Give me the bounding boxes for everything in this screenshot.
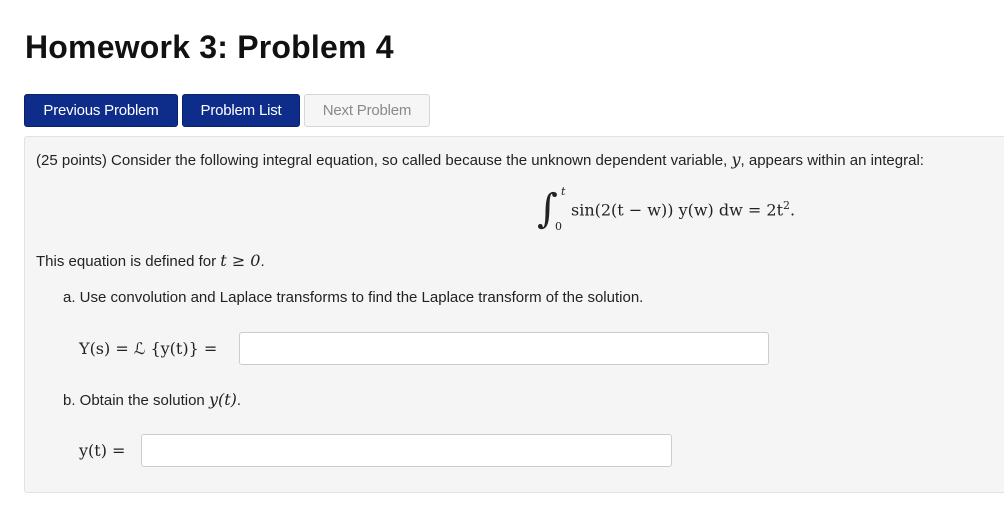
part-b-variable: y(t) bbox=[208, 390, 237, 409]
problem-intro: (25 points) Consider the following integ… bbox=[36, 150, 924, 169]
integrand-expression: sin(2(t − w)) y(w) dw = 2t bbox=[571, 200, 783, 220]
part-b-question: b. Obtain the solution y(t). bbox=[63, 390, 241, 409]
intro-suffix: , appears within an integral: bbox=[740, 152, 924, 169]
problem-navigation: Previous Problem Problem List Next Probl… bbox=[24, 94, 430, 127]
integrand: sin(2(t − w)) y(w) dw = 2t2. bbox=[571, 199, 795, 219]
problem-list-button[interactable]: Problem List bbox=[182, 94, 300, 127]
part-a-answer-input[interactable] bbox=[239, 332, 769, 365]
integral-upper-limit: t bbox=[561, 185, 566, 198]
problem-box: (25 points) Consider the following integ… bbox=[24, 136, 1004, 493]
part-b-answer-label: y(t) = bbox=[79, 441, 126, 460]
intro-text: (25 points) Consider the following integ… bbox=[36, 152, 728, 169]
part-b-text: b. Obtain the solution bbox=[63, 392, 205, 409]
next-problem-button[interactable]: Next Problem bbox=[304, 94, 430, 127]
equation-tail: . bbox=[790, 200, 796, 220]
page: Homework 3: Problem 4 Previous Problem P… bbox=[0, 0, 1004, 511]
previous-problem-button[interactable]: Previous Problem bbox=[24, 94, 178, 127]
integral-equation: ∫ t 0 sin(2(t − w)) y(w) dw = 2t2. bbox=[537, 185, 837, 237]
domain-condition: t ≥ 0 bbox=[220, 251, 261, 270]
exponent: 2 bbox=[783, 199, 790, 212]
part-b-end: . bbox=[236, 392, 242, 409]
part-a-answer-label: Y(s) = ℒ {y(t)} = bbox=[79, 339, 218, 358]
domain-statement: This equation is defined for t ≥ 0. bbox=[36, 251, 265, 270]
integral-lower-limit: 0 bbox=[555, 220, 562, 233]
page-title: Homework 3: Problem 4 bbox=[25, 29, 394, 65]
intro-variable: y bbox=[731, 150, 741, 169]
domain-text: This equation is defined for bbox=[36, 253, 217, 270]
part-b-answer-input[interactable] bbox=[141, 434, 672, 467]
domain-end: . bbox=[260, 253, 265, 270]
part-a-text: a. Use convolution and Laplace transform… bbox=[63, 289, 644, 306]
